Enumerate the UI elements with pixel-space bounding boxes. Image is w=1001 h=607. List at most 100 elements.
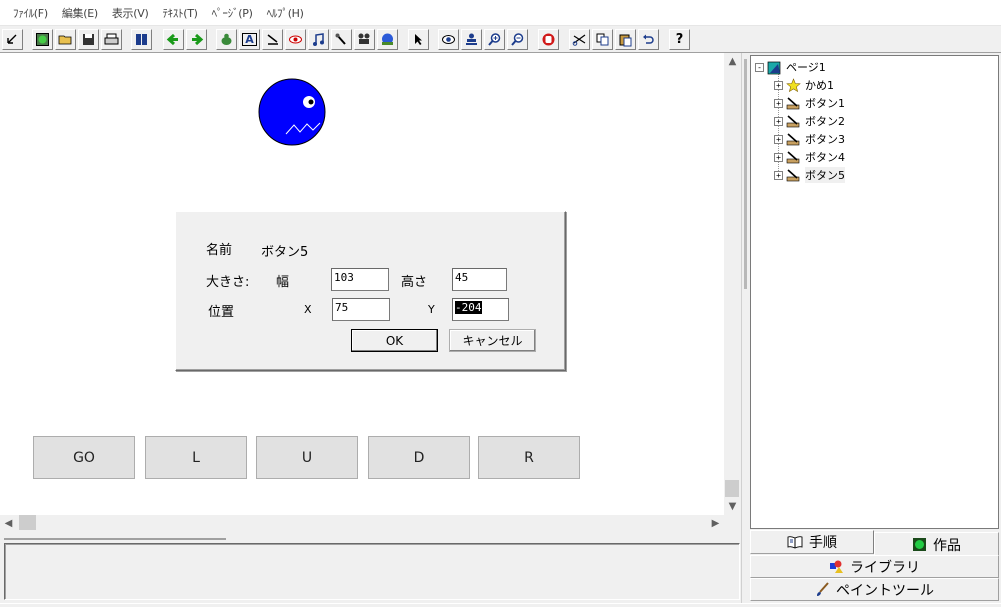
position-label: 位置	[208, 305, 235, 320]
stamp-icon[interactable]	[461, 29, 482, 50]
new-work-icon[interactable]	[32, 29, 53, 50]
tab-works-label: 作品	[933, 537, 961, 554]
tab-library[interactable]: ライブラリ	[750, 555, 999, 578]
tab-library-label: ライブラリ	[850, 559, 920, 576]
status-bar	[0, 603, 1001, 607]
button-object-icon	[786, 132, 801, 147]
tree-label: ボタン3	[805, 133, 845, 146]
height-field[interactable]: 45	[452, 268, 507, 291]
menu-help[interactable]: ﾍﾙﾌﾟ(H)	[260, 5, 311, 21]
width-field[interactable]: 103	[331, 268, 389, 291]
width-value: 103	[334, 271, 354, 284]
x-label: X	[304, 303, 312, 316]
menu-text[interactable]: ﾃｷｽﾄ(T)	[155, 5, 204, 21]
tree-node-button2[interactable]: + ボタン2	[774, 113, 845, 129]
movie-camera-icon[interactable]	[354, 29, 375, 50]
button-tool-icon[interactable]	[262, 29, 283, 50]
copy-icon[interactable]	[592, 29, 613, 50]
tab-paint-tool[interactable]: ペイントツール	[750, 578, 999, 601]
horizontal-scroll-thumb[interactable]	[19, 515, 36, 530]
width-label: 幅	[276, 275, 290, 290]
ok-button[interactable]: OK	[351, 329, 438, 352]
print-icon[interactable]	[101, 29, 122, 50]
help-button[interactable]: ?	[669, 29, 690, 50]
expand-icon[interactable]: +	[774, 80, 783, 90]
tree-node-button3[interactable]: + ボタン3	[774, 131, 845, 147]
cancel-button[interactable]: キャンセル	[449, 329, 536, 352]
view-eye-icon[interactable]	[438, 29, 459, 50]
eye-tool-icon[interactable]	[285, 29, 306, 50]
menu-file[interactable]: ﾌｧｲﾙ(F)	[6, 5, 55, 21]
horizontal-scrollbar[interactable]: ◀ ▶	[0, 515, 724, 531]
scroll-right-icon[interactable]: ▶	[707, 515, 724, 531]
tab-works[interactable]: 作品	[874, 532, 999, 556]
scroll-left-icon[interactable]: ◀	[0, 515, 17, 531]
text-tool-glyph: A	[242, 33, 257, 46]
page-list-icon[interactable]	[131, 29, 152, 50]
tree-label: ページ1	[786, 61, 826, 74]
zoom-in-icon[interactable]	[484, 29, 505, 50]
library-icon	[830, 560, 843, 573]
height-label: 高さ	[401, 275, 428, 290]
turtle-character[interactable]	[258, 78, 326, 149]
tree-label: ボタン1	[805, 97, 845, 110]
music-note-icon[interactable]	[308, 29, 329, 50]
open-folder-icon[interactable]	[55, 29, 76, 50]
button-object-icon	[786, 114, 801, 129]
next-page-icon[interactable]	[186, 29, 207, 50]
stage-button-go[interactable]: GO	[33, 436, 135, 479]
tab-procedure[interactable]: 手順	[750, 530, 874, 554]
collapse-icon[interactable]: -	[755, 62, 764, 72]
x-position-field[interactable]: 75	[332, 298, 390, 321]
turtle-icon	[786, 77, 801, 93]
cut-icon[interactable]	[569, 29, 590, 50]
stop-hand-icon[interactable]	[538, 29, 559, 50]
status-separator	[0, 531, 741, 540]
undo-icon[interactable]	[638, 29, 659, 50]
scroll-up-icon[interactable]: ▲	[724, 53, 741, 70]
y-label: Y	[428, 303, 435, 316]
tree-node-page1[interactable]: - ページ1	[755, 59, 826, 75]
text-tool-icon[interactable]: A	[239, 29, 260, 50]
tree-node-kame1[interactable]: + かめ1	[774, 77, 834, 93]
stage-canvas[interactable]: 名前 ボタン5 大きさ: 幅 103 高さ 45 位置 X 75 Y -204 …	[0, 53, 724, 515]
pointer-icon[interactable]	[408, 29, 429, 50]
zoom-out-icon[interactable]	[507, 29, 528, 50]
turtle-tool-icon[interactable]	[216, 29, 237, 50]
microphone-icon[interactable]	[331, 29, 352, 50]
toolbar: A ?	[0, 26, 1001, 53]
tree-node-button4[interactable]: + ボタン4	[774, 149, 845, 165]
size-label: 大きさ:	[206, 275, 250, 290]
help-question-icon: ?	[675, 32, 684, 47]
menu-edit[interactable]: 編集(E)	[55, 5, 105, 21]
prev-page-icon[interactable]	[163, 29, 184, 50]
panel-splitter[interactable]	[741, 53, 750, 607]
tree-label: ボタン5	[805, 167, 845, 183]
expand-icon[interactable]: +	[774, 98, 783, 108]
stage-button-d[interactable]: D	[368, 436, 470, 479]
vertical-scrollbar[interactable]: ▲ ▼	[724, 53, 741, 515]
stage-button-u[interactable]: U	[256, 436, 358, 479]
save-icon[interactable]	[78, 29, 99, 50]
tree-label: ボタン2	[805, 115, 845, 128]
expand-icon[interactable]: +	[774, 170, 783, 180]
page-icon	[767, 60, 782, 75]
expand-icon[interactable]: +	[774, 134, 783, 144]
tree-node-button5[interactable]: + ボタン5	[774, 167, 845, 183]
restore-icon[interactable]	[2, 29, 23, 50]
y-position-field[interactable]: -204	[452, 298, 509, 321]
name-value: ボタン5	[261, 245, 309, 260]
globe-tool-icon[interactable]	[377, 29, 398, 50]
vertical-scroll-thumb[interactable]	[725, 480, 739, 497]
menu-view[interactable]: 表示(V)	[105, 5, 156, 21]
message-area	[4, 543, 740, 600]
height-value: 45	[455, 271, 469, 284]
stage-button-r[interactable]: R	[478, 436, 580, 479]
menu-page[interactable]: ﾍﾟｰｼﾞ(P)	[205, 5, 260, 21]
paste-icon[interactable]	[615, 29, 636, 50]
scroll-down-icon[interactable]: ▼	[724, 498, 741, 515]
tree-node-button1[interactable]: + ボタン1	[774, 95, 845, 111]
expand-icon[interactable]: +	[774, 116, 783, 126]
stage-button-l[interactable]: L	[145, 436, 247, 479]
expand-icon[interactable]: +	[774, 152, 783, 162]
